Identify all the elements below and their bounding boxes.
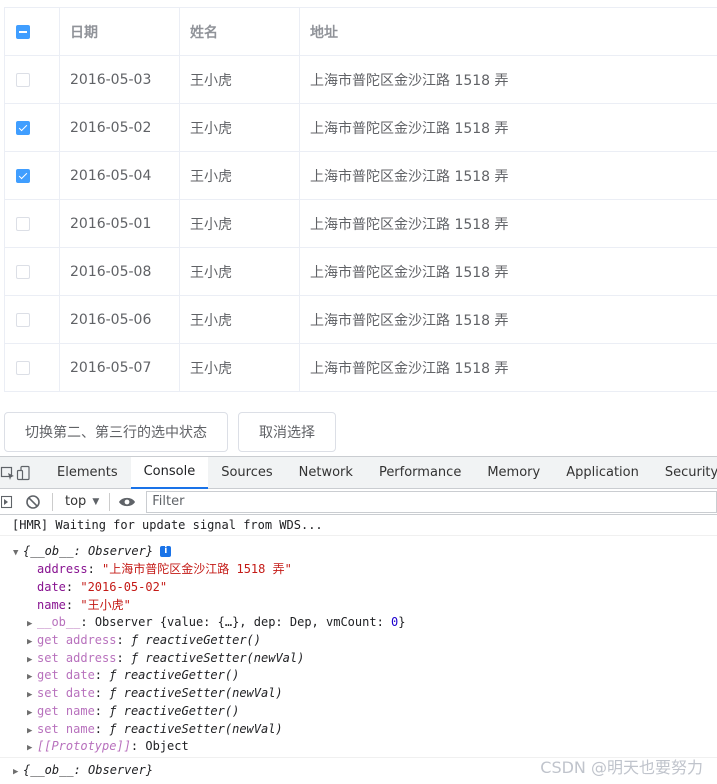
table-row[interactable]: 2016-05-08 王小虎 上海市普陀区金沙江路 1518 弄 (5, 248, 717, 296)
cell-name: 王小虎 (180, 296, 300, 343)
devtools-tabbar: Elements Console Sources Network Performance… (0, 456, 717, 489)
inspect-icon[interactable] (0, 457, 16, 489)
devtools-tabs: Elements Console Sources Network Performance… (44, 456, 717, 489)
expand-triangle-icon[interactable]: ▶ (27, 616, 37, 634)
dropdown-arrow-icon: ▼ (92, 496, 100, 507)
context-label: top (65, 494, 87, 509)
table-header-row: 日期 姓名 地址 (5, 8, 717, 56)
tab-performance[interactable]: Performance (366, 457, 474, 489)
console-prop-ob[interactable]: ▶ __ob__: Observer {value: {…}, dep: Dep,… (27, 614, 717, 634)
console-object-expanded[interactable]: ▼ {__ob__: Observer} i (13, 543, 717, 563)
console-accessor[interactable]: ▶ get address: ƒ reactiveGetter() (27, 632, 717, 652)
select-all-cell (5, 8, 60, 55)
header-address[interactable]: 地址 (300, 8, 717, 55)
table-row[interactable]: 2016-05-04 王小虎 上海市普陀区金沙江路 1518 弄 (5, 152, 717, 200)
cell-date: 2016-05-01 (60, 200, 180, 247)
row-checkbox[interactable] (16, 72, 30, 87)
cell-name: 王小虎 (180, 344, 300, 391)
tab-application[interactable]: Application (553, 457, 652, 489)
cell-name: 王小虎 (180, 200, 300, 247)
tab-security[interactable]: Security (652, 457, 717, 489)
table-row[interactable]: 2016-05-02 王小虎 上海市普陀区金沙江路 1518 弄 (5, 104, 717, 152)
cell-date: 2016-05-03 (60, 56, 180, 103)
cell-date: 2016-05-04 (60, 152, 180, 199)
console-accessor[interactable]: ▶ set date: ƒ reactiveSetter(newVal) (27, 685, 717, 705)
row-select-cell (5, 344, 60, 391)
row-checkbox[interactable] (16, 216, 30, 231)
console-accessor[interactable]: ▶ set address: ƒ reactiveSetter(newVal) (27, 650, 717, 670)
cell-name: 王小虎 (180, 248, 300, 295)
watermark: CSDN @明天也要努力 (540, 758, 703, 777)
row-select-cell (5, 56, 60, 103)
cell-date: 2016-05-06 (60, 296, 180, 343)
tab-sources[interactable]: Sources (208, 457, 285, 489)
table-row[interactable]: 2016-05-01 王小虎 上海市普陀区金沙江路 1518 弄 (5, 200, 717, 248)
cell-date: 2016-05-02 (60, 104, 180, 151)
cell-address: 上海市普陀区金沙江路 1518 弄 (310, 72, 509, 89)
row-select-cell (5, 200, 60, 247)
row-select-cell (5, 248, 60, 295)
clear-console-icon[interactable] (14, 489, 52, 515)
row-checkbox[interactable] (16, 360, 30, 375)
header-date[interactable]: 日期 (60, 8, 180, 55)
console-toolbar: top ▼ Filter (0, 489, 717, 515)
row-select-cell (5, 152, 60, 199)
context-selector[interactable]: top ▼ (57, 494, 107, 509)
tab-network[interactable]: Network (286, 457, 366, 489)
tab-memory[interactable]: Memory (474, 457, 553, 489)
table-row[interactable]: 2016-05-03 王小虎 上海市普陀区金沙江路 1518 弄 (5, 56, 717, 104)
console-accessor[interactable]: ▶ get date: ƒ reactiveGetter() (27, 667, 717, 687)
table-row[interactable]: 2016-05-07 王小虎 上海市普陀区金沙江路 1518 弄 (5, 344, 717, 392)
cell-address: 上海市普陀区金沙江路 1518 弄 (310, 264, 509, 281)
cell-date: 2016-05-08 (60, 248, 180, 295)
cell-name: 王小虎 (180, 152, 300, 199)
sidebar-toggle-icon[interactable] (0, 489, 14, 515)
console-prop-name: name: "王小虎" (37, 598, 131, 612)
cell-name: 王小虎 (180, 56, 300, 103)
cell-address: 上海市普陀区金沙江路 1518 弄 (310, 168, 509, 185)
expand-triangle-icon[interactable]: ▶ (13, 764, 23, 782)
row-select-cell (5, 296, 60, 343)
cell-address: 上海市普陀区金沙江路 1518 弄 (310, 216, 509, 233)
header-name[interactable]: 姓名 (180, 8, 300, 55)
console-filter-input[interactable]: Filter (146, 490, 717, 513)
row-checkbox[interactable] (16, 120, 30, 135)
toggle-rows-button[interactable]: 切换第二、第三行的选中状态 (4, 412, 228, 452)
cell-address: 上海市普陀区金沙江路 1518 弄 (310, 120, 509, 137)
cell-date: 2016-05-07 (60, 344, 180, 391)
toolbar-divider (52, 492, 53, 511)
device-toolbar-icon[interactable] (16, 457, 32, 489)
selection-table: 日期 姓名 地址 2016-05-03 王小虎 上海市普陀区金沙江路 1518 弄2… (4, 7, 717, 392)
console-message-hmr: [HMR] Waiting for update signal from WDS… (0, 517, 717, 536)
cell-address: 上海市普陀区金沙江路 1518 弄 (310, 312, 509, 329)
info-icon[interactable]: i (160, 546, 172, 557)
table-row[interactable]: 2016-05-06 王小虎 上海市普陀区金沙江路 1518 弄 (5, 296, 717, 344)
tab-console[interactable]: Console (130, 456, 209, 489)
tab-elements[interactable]: Elements (44, 457, 131, 489)
cell-address: 上海市普陀区金沙江路 1518 弄 (310, 360, 509, 377)
console-accessor[interactable]: ▶ get name: ƒ reactiveGetter() (27, 703, 717, 723)
cell-name: 王小虎 (180, 104, 300, 151)
row-checkbox[interactable] (16, 312, 30, 327)
clear-selection-button[interactable]: 取消选择 (238, 412, 336, 452)
toolbar-divider-2 (109, 492, 111, 511)
eye-icon[interactable] (116, 489, 138, 515)
row-select-cell (5, 104, 60, 151)
row-checkbox[interactable] (16, 264, 30, 279)
expand-triangle-icon[interactable]: ▶ (27, 740, 37, 758)
console-prop-date: date: "2016-05-02" (37, 580, 168, 594)
devtools-panel: Elements Console Sources Network Performance… (0, 456, 717, 784)
expand-triangle-icon[interactable]: ▼ (13, 545, 23, 563)
console-prop-address: address: "上海市普陀区金沙江路 1518 弄" (37, 562, 292, 576)
select-all-checkbox[interactable] (16, 24, 30, 39)
row-checkbox[interactable] (16, 168, 30, 183)
table-body: 2016-05-03 王小虎 上海市普陀区金沙江路 1518 弄 2016-05-02… (5, 56, 717, 392)
